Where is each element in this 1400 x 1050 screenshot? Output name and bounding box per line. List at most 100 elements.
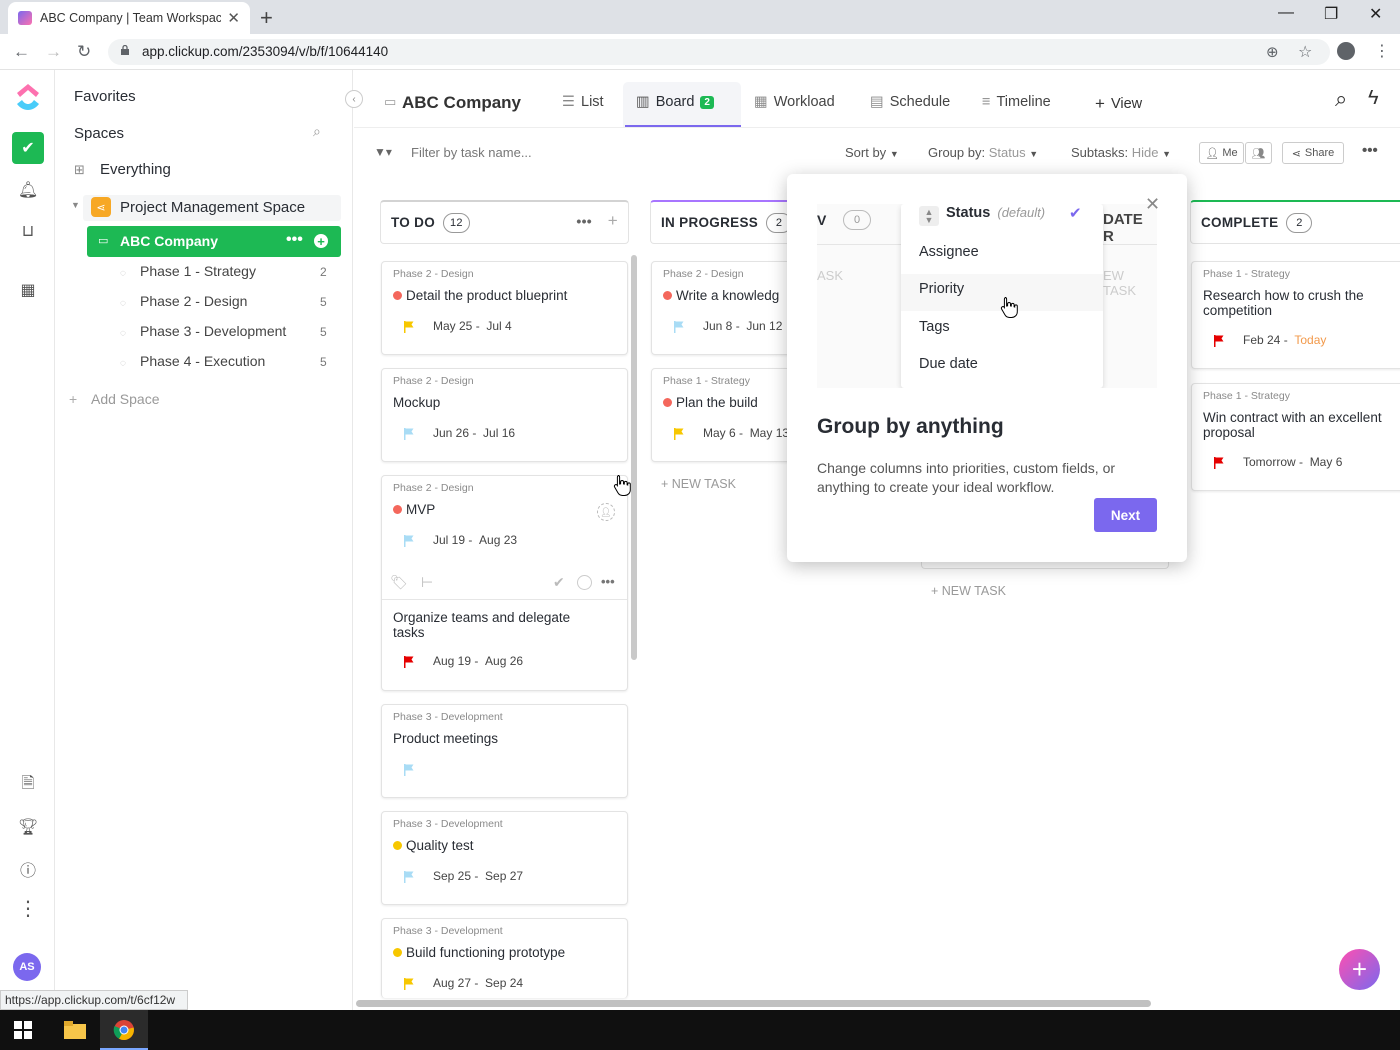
task-card[interactable]: Phase 3 - Development Build functioning … bbox=[381, 918, 628, 998]
sidebar-list-phase3[interactable]: Phase 3 - Development bbox=[140, 323, 286, 339]
goals-trophy-icon[interactable]: 🏆︎ bbox=[12, 811, 44, 843]
apps-grid-icon[interactable]: ▦ bbox=[12, 274, 44, 306]
next-button[interactable]: Next bbox=[1094, 498, 1157, 532]
sidebar-everything[interactable]: Everything bbox=[100, 161, 171, 178]
page-title[interactable]: ABC Company bbox=[402, 93, 521, 113]
sidebar-space-name[interactable]: Project Management Space bbox=[120, 199, 305, 216]
tab-workload[interactable]: ▦ Workload bbox=[754, 94, 835, 110]
filter-input[interactable]: Filter by task name... bbox=[411, 145, 532, 160]
automation-bolt-icon[interactable]: ϟ bbox=[1368, 87, 1379, 110]
task-card[interactable]: Phase 2 - Design Detail the product blue… bbox=[381, 261, 628, 355]
sidebar-list-phase4[interactable]: Phase 4 - Execution bbox=[140, 353, 265, 369]
subtasks-button[interactable]: Subtasks: Hide ▼ bbox=[1071, 145, 1171, 160]
task-card-with-subtask[interactable]: Phase 2 - Design MVP 👤︎ Jul 19 - Aug 23 … bbox=[381, 475, 628, 691]
option-tags[interactable]: Tags bbox=[919, 319, 950, 335]
tab-board[interactable]: ▥ Board 2 bbox=[636, 94, 714, 110]
priority-flag-yellow-icon[interactable] bbox=[404, 978, 414, 990]
install-app-icon[interactable]: ⊕ bbox=[1266, 43, 1279, 61]
tag-icon[interactable]: 🏷︎ bbox=[390, 574, 408, 591]
task-card[interactable]: Phase 1 - Strategy Win contract with an … bbox=[1191, 383, 1400, 491]
sidebar-favorites[interactable]: Favorites bbox=[74, 88, 136, 105]
sidebar-list-phase1[interactable]: Phase 1 - Strategy bbox=[140, 263, 256, 279]
priority-flag-blue-icon[interactable] bbox=[404, 871, 414, 883]
column-scrollbar[interactable] bbox=[631, 255, 637, 660]
help-icon[interactable]: ⓘ bbox=[12, 853, 44, 885]
card-more-icon[interactable]: ••• bbox=[601, 574, 615, 589]
priority-flag-blue-icon[interactable] bbox=[404, 764, 414, 776]
horizontal-scrollbar[interactable] bbox=[356, 1000, 1151, 1007]
profile-icon[interactable] bbox=[1337, 42, 1355, 60]
tab-timeline[interactable]: ≡ Timeline bbox=[982, 94, 1051, 110]
avatar[interactable]: AS bbox=[13, 953, 41, 981]
minimize-icon[interactable]: — bbox=[1278, 4, 1294, 22]
tab-list[interactable]: ☰ List bbox=[562, 94, 604, 110]
priority-flag-blue-icon[interactable] bbox=[404, 535, 414, 547]
more-options-icon[interactable]: ••• bbox=[1362, 142, 1378, 159]
task-card[interactable]: Phase 2 - Design Mockup Jun 26 - Jul 16 bbox=[381, 368, 628, 462]
option-status[interactable]: Status (default) bbox=[946, 205, 1045, 221]
browser-menu-icon[interactable]: ⋮ bbox=[1374, 41, 1390, 61]
complete-check-icon[interactable]: ✔ bbox=[553, 574, 565, 591]
back-icon[interactable]: ← bbox=[13, 42, 30, 62]
add-assignee-icon[interactable]: 👤︎ bbox=[597, 503, 615, 521]
close-window-icon[interactable]: ✕ bbox=[1369, 4, 1382, 24]
quick-create-plus-icon[interactable]: + bbox=[1339, 949, 1380, 990]
new-task-button[interactable]: + NEW TASK bbox=[661, 477, 736, 491]
new-task-button[interactable]: + NEW TASK bbox=[931, 584, 1006, 598]
option-due-date[interactable]: Due date bbox=[919, 356, 978, 372]
assignees-filter-icon[interactable]: 👥︎ bbox=[1245, 142, 1272, 164]
new-tab-icon[interactable]: + bbox=[260, 5, 273, 31]
folder-more-icon[interactable]: ••• bbox=[286, 231, 303, 249]
priority-flag-yellow-icon[interactable] bbox=[404, 321, 414, 333]
sort-by-button[interactable]: Sort by ▼ bbox=[845, 145, 899, 160]
clickup-logo-icon[interactable] bbox=[14, 82, 42, 114]
list-status-icon: ◌ bbox=[120, 358, 126, 369]
priority-flag-red-icon[interactable] bbox=[1214, 457, 1224, 469]
add-view-button[interactable]: + View bbox=[1095, 94, 1142, 114]
bookmark-star-icon[interactable]: ☆ bbox=[1298, 42, 1312, 62]
priority-flag-blue-icon[interactable] bbox=[404, 428, 414, 440]
windows-start-icon[interactable] bbox=[14, 1021, 32, 1039]
priority-flag-yellow-icon[interactable] bbox=[674, 428, 684, 440]
home-check-icon[interactable]: ✔ bbox=[12, 132, 44, 164]
task-card[interactable]: Phase 2 - Design Write a knowledg Jun 8 … bbox=[651, 261, 801, 355]
option-assignee[interactable]: Assignee bbox=[919, 244, 979, 260]
filter-funnel-icon[interactable]: ▼▾ bbox=[374, 145, 392, 159]
search-icon[interactable]: ⌕ bbox=[1335, 86, 1347, 112]
tab-schedule[interactable]: ▤ Schedule bbox=[870, 94, 950, 110]
expand-caret-icon[interactable]: ▼ bbox=[71, 200, 80, 210]
option-priority[interactable]: Priority bbox=[919, 281, 964, 297]
preview-column-title: V bbox=[817, 212, 827, 228]
reload-icon[interactable]: ↻ bbox=[77, 42, 91, 62]
column-add-icon[interactable]: + bbox=[608, 211, 618, 231]
priority-flag-blue-icon[interactable] bbox=[674, 321, 684, 333]
task-card[interactable]: Phase 3 - Development Product meetings bbox=[381, 704, 628, 798]
close-tab-icon[interactable]: ✕ bbox=[227, 9, 240, 27]
group-by-button[interactable]: Group by: Status ▼ bbox=[928, 145, 1038, 160]
docs-icon[interactable]: 🗎︎ bbox=[12, 769, 44, 801]
file-explorer-icon[interactable] bbox=[64, 1020, 86, 1040]
add-space-button[interactable]: Add Space bbox=[91, 391, 160, 407]
priority-flag-red-icon[interactable] bbox=[404, 656, 414, 668]
status-circle-icon[interactable] bbox=[577, 575, 592, 590]
task-card[interactable]: Phase 3 - Development Quality test Sep 2… bbox=[381, 811, 628, 905]
priority-flag-red-icon[interactable] bbox=[1214, 335, 1224, 347]
browser-tab[interactable]: ABC Company | Team Workspace ✕ bbox=[8, 2, 250, 34]
restore-icon[interactable]: ❐ bbox=[1324, 4, 1338, 24]
me-filter-button[interactable]: 👤︎ Me bbox=[1199, 142, 1244, 164]
search-spaces-icon[interactable]: ⌕ bbox=[313, 123, 321, 140]
column-more-icon[interactable]: ••• bbox=[576, 213, 592, 229]
url-field[interactable]: app.clickup.com/2353094/v/b/f/10644140 bbox=[108, 39, 1330, 65]
folder-add-icon[interactable]: + bbox=[314, 234, 328, 248]
task-card[interactable]: Phase 1 - Strategy Research how to crush… bbox=[1191, 261, 1400, 369]
share-button[interactable]: ⋖ Share bbox=[1282, 142, 1344, 164]
sidebar-list-phase2[interactable]: Phase 2 - Design bbox=[140, 293, 247, 309]
notifications-bell-icon[interactable]: 🔔︎ bbox=[12, 174, 44, 206]
forward-icon[interactable]: → bbox=[45, 42, 62, 62]
close-icon[interactable]: ✕ bbox=[1145, 194, 1160, 215]
subtask-icon[interactable]: ⊢ bbox=[421, 574, 433, 591]
sidebar-spaces[interactable]: Spaces bbox=[74, 125, 124, 142]
more-menu-icon[interactable]: ⋮ bbox=[12, 892, 44, 924]
task-card[interactable]: Phase 1 - Strategy Plan the build May 6 … bbox=[651, 368, 801, 462]
inbox-icon[interactable]: ⊔ bbox=[12, 215, 44, 247]
